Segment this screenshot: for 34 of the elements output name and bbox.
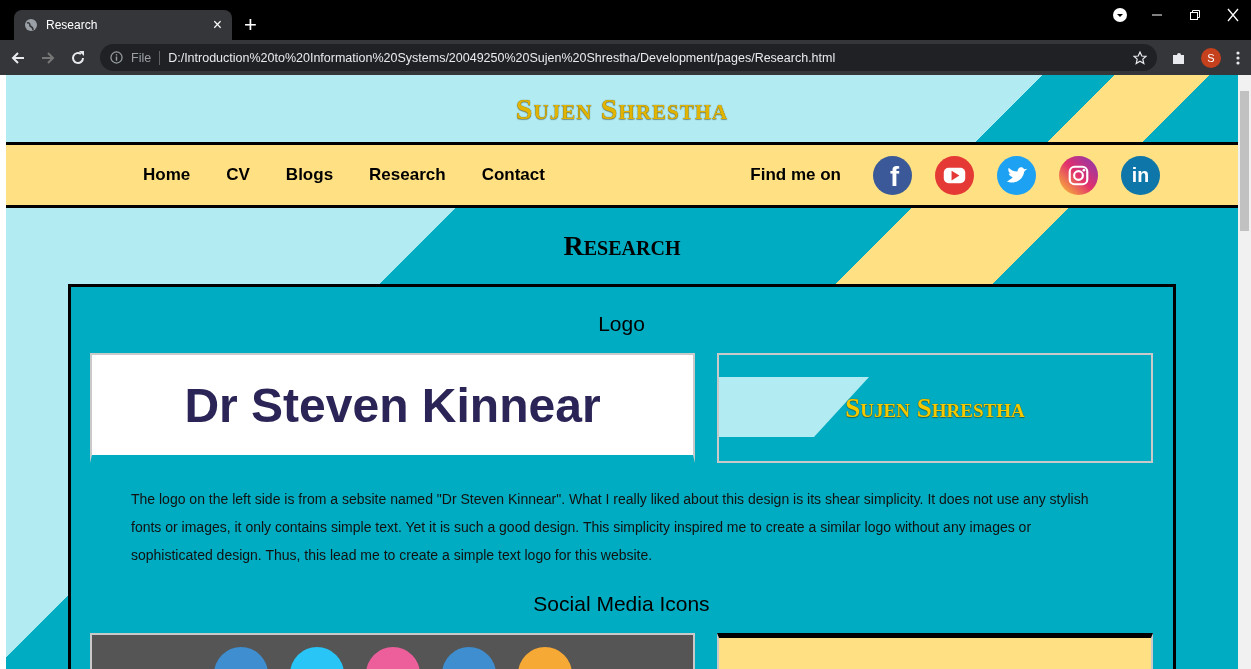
close-icon[interactable] (1225, 8, 1241, 22)
camera-icon[interactable] (1059, 155, 1098, 195)
menu-icon[interactable] (1235, 49, 1241, 66)
site-title: Sujen Shrestha (515, 91, 729, 126)
page-heading: Research (562, 230, 682, 262)
section-heading: Social Media Icons (532, 591, 711, 617)
address-bar[interactable]: File D:/Introduction%20to%20Information%20Systems/20049250%20Sujen%20Shrestha/Development/pages/Research.html (100, 44, 1157, 71)
restore-icon[interactable] (1187, 8, 1203, 22)
nav-link[interactable]: CV (220, 161, 256, 189)
nav-link[interactable]: Research (363, 161, 452, 189)
scheme-label: File (131, 50, 161, 65)
back-icon[interactable] (10, 49, 26, 66)
facebook-icon[interactable]: f (873, 155, 912, 195)
paragraph: The logo on the left side is from a sebsite named "Dr Steven Kinnear". What I really liked about this design is its shear simplicity. It does not use any stylish fonts or images, it only contains simple text. Yet it is such a good design. This simplicity inspired me to create a similar logo without any images or sophisticated design. Thus, this lead me to create a simple text logo for this website. (131, 490, 1090, 565)
bird-icon[interactable] (997, 155, 1036, 195)
dropdown-icon[interactable] (1113, 8, 1127, 22)
forward-icon[interactable] (40, 49, 56, 66)
close-tab-button[interactable]: × (212, 16, 222, 34)
new-tab-button[interactable]: + (244, 14, 257, 36)
youtube-icon[interactable] (935, 155, 974, 195)
nav-link[interactable]: Home (137, 161, 197, 189)
linkedin-icon[interactable]: in (1121, 155, 1160, 195)
section-heading: Logo (597, 311, 646, 337)
profile-avatar[interactable]: S (1201, 47, 1221, 68)
browser-tab[interactable]: Research × (14, 10, 232, 40)
info-icon[interactable] (110, 51, 123, 64)
nav-link[interactable]: Contact (475, 161, 551, 189)
reload-icon[interactable] (70, 49, 86, 66)
url-text: D:/Introduction%20to%20Information%20Systems/20049250%20Sujen%20Shrestha/Development/pages/Research.html (168, 50, 837, 65)
nav-link[interactable]: Blogs (279, 161, 340, 189)
star-icon[interactable] (1133, 50, 1147, 65)
logo-example: Sujen Shrestha (717, 353, 1153, 463)
find-me-label: Find me on (750, 165, 841, 185)
logo-example: Dr Steven Kinnear (90, 353, 695, 463)
